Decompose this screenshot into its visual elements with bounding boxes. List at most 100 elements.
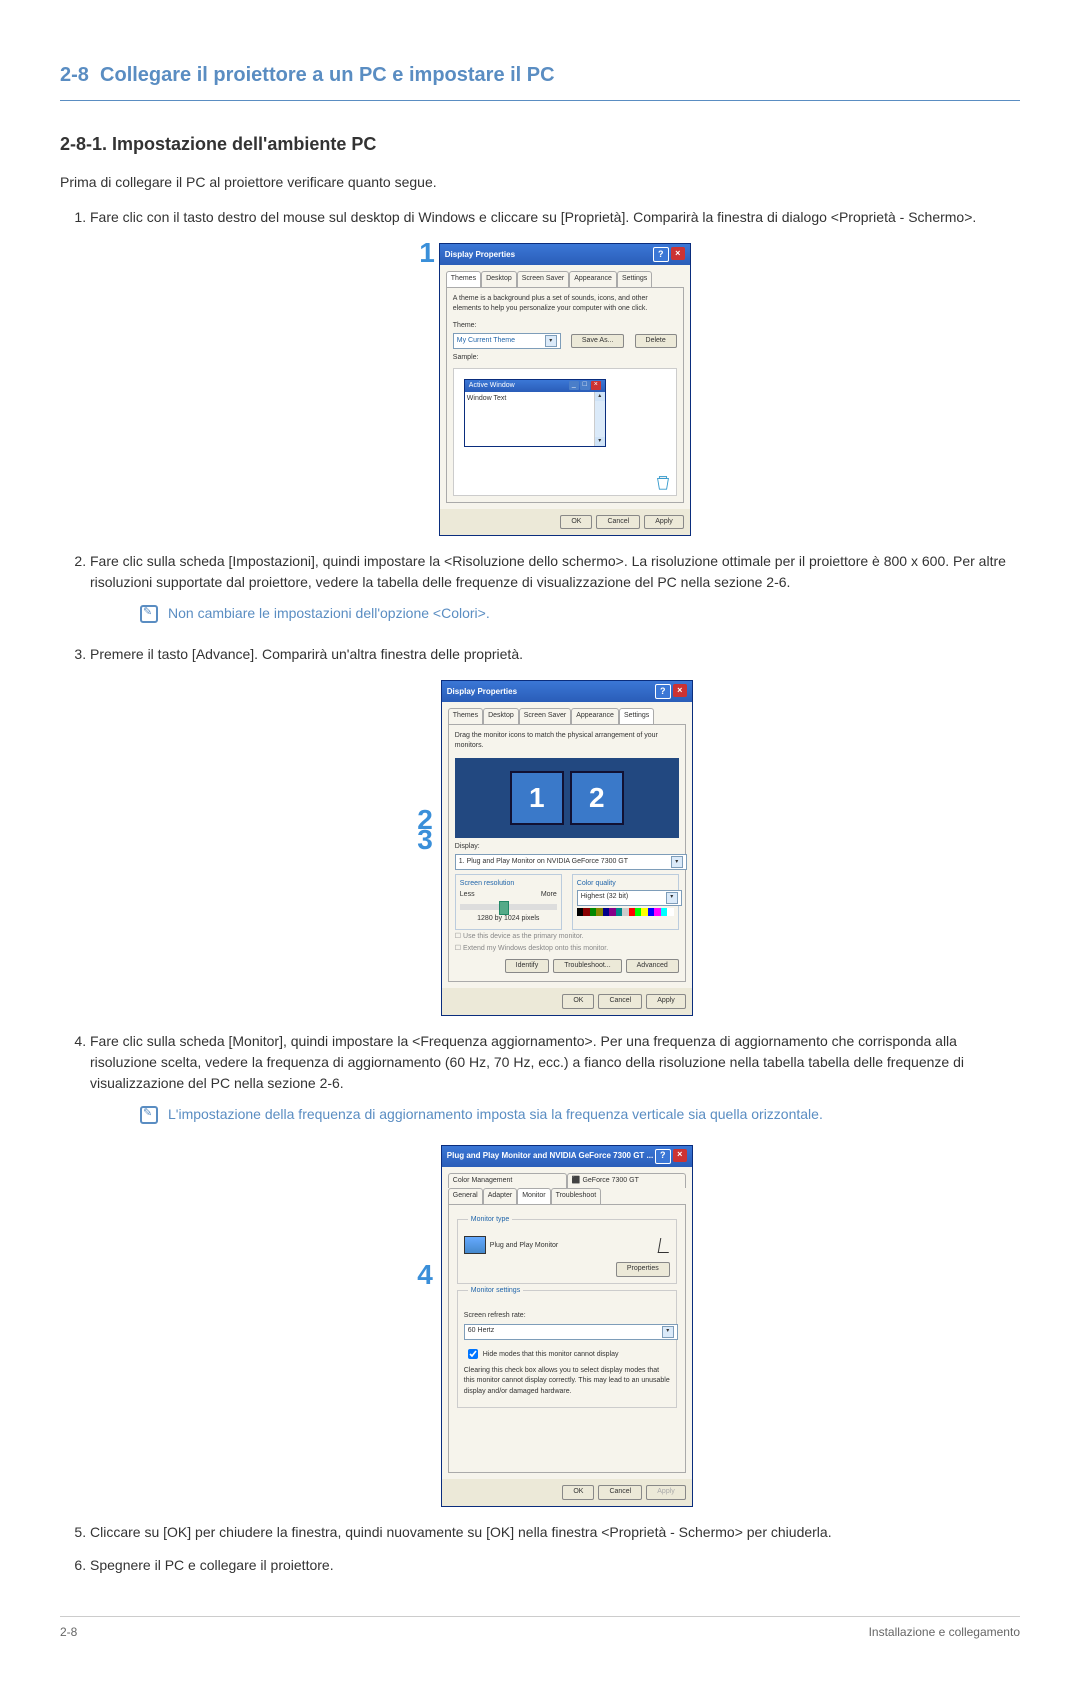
help-icon[interactable]: ? xyxy=(655,684,671,699)
recycle-bin-icon xyxy=(654,473,672,491)
section-number: 2-8 xyxy=(60,64,89,86)
close-icon[interactable]: × xyxy=(673,684,687,697)
primary-monitor-checkbox: ☐ Use this device as the primary monitor… xyxy=(455,932,679,943)
cancel-button[interactable]: Cancel xyxy=(598,994,642,1009)
theme-label: Theme: xyxy=(453,321,677,332)
step-4: Fare clic sulla scheda [Monitor], quindi… xyxy=(90,1031,1020,1507)
tab-geforce[interactable]: ⬛ GeForce 7300 GT xyxy=(567,1173,686,1189)
tab-screensaver[interactable]: Screen Saver xyxy=(517,271,569,287)
step-1: 1.Fare clic con il tasto destro del mous… xyxy=(90,207,1020,536)
step-6: Spegnere il PC e collegare il proiettore… xyxy=(90,1555,1020,1576)
refresh-rate-select[interactable]: 60 Hertz▾ xyxy=(464,1324,678,1340)
active-window-title: Active Window xyxy=(469,381,515,392)
monitor-arrangement[interactable]: 1 2 xyxy=(455,758,679,838)
monitor-2-icon[interactable]: 2 xyxy=(570,771,624,825)
chevron-down-icon: ▾ xyxy=(666,892,678,904)
properties-button[interactable]: Properties xyxy=(616,1262,670,1277)
sample-label: Sample: xyxy=(453,353,677,364)
step-2: Fare clic sulla scheda [Impostazioni], q… xyxy=(90,551,1020,624)
identify-button[interactable]: Identify xyxy=(505,959,550,974)
monitor-1-icon[interactable]: 1 xyxy=(510,771,564,825)
tab-appearance[interactable]: Appearance xyxy=(569,271,617,287)
display-properties-dialog-settings: Display Properties ?× Themes Desktop Scr… xyxy=(441,680,693,1016)
monitor-properties-dialog: Plug and Play Monitor and NVIDIA GeForce… xyxy=(441,1145,693,1507)
note-icon xyxy=(140,605,158,623)
close-icon: × xyxy=(591,381,601,390)
ok-button[interactable]: OK xyxy=(562,994,594,1009)
dialog-title: Display Properties xyxy=(447,686,517,698)
marker-4: 4 xyxy=(417,1265,433,1285)
tab-themes[interactable]: Themes xyxy=(446,271,481,287)
settings-description: Drag the monitor icons to match the phys… xyxy=(455,731,679,752)
marker-3: 3 xyxy=(417,830,433,850)
save-as-button[interactable]: Save As... xyxy=(571,334,625,349)
color-quality-select[interactable]: Highest (32 bit)▾ xyxy=(577,890,682,906)
chevron-down-icon: ▾ xyxy=(662,1326,674,1338)
display-label: Display: xyxy=(455,842,679,853)
intro-text: Prima di collegare il PC al proiettore v… xyxy=(60,172,1020,193)
tab-general[interactable]: General xyxy=(448,1188,483,1204)
color-group: Color quality Highest (32 bit)▾ xyxy=(572,874,679,930)
step-5: Cliccare su [OK] per chiudere la finestr… xyxy=(90,1522,1020,1543)
tab-monitor[interactable]: Monitor xyxy=(517,1188,550,1204)
delete-button[interactable]: Delete xyxy=(635,334,677,349)
tab-settings[interactable]: Settings xyxy=(619,708,654,724)
extend-desktop-checkbox: ☐ Extend my Windows desktop onto this mo… xyxy=(455,944,679,955)
footer-left: 2-8 xyxy=(60,1623,77,1641)
advanced-button[interactable]: Advanced xyxy=(626,959,679,974)
tab-color-management[interactable]: Color Management xyxy=(448,1173,567,1189)
ok-button[interactable]: OK xyxy=(562,1485,594,1500)
resolution-value: 1280 by 1024 pixels xyxy=(460,914,557,925)
monitor-type-value: Plug and Play Monitor xyxy=(490,1242,558,1249)
dialog-title: Plug and Play Monitor and NVIDIA GeForce… xyxy=(447,1150,653,1162)
divider xyxy=(60,100,1020,101)
close-icon[interactable]: × xyxy=(673,1149,687,1162)
window-text: Window Text xyxy=(467,395,507,402)
footer-right: Installazione e collegamento xyxy=(869,1623,1020,1641)
tab-desktop[interactable]: Desktop xyxy=(481,271,517,287)
tab-desktop[interactable]: Desktop xyxy=(483,708,519,724)
resolution-slider[interactable] xyxy=(460,904,557,910)
section-title: Collegare il proiettore a un PC e impost… xyxy=(100,64,555,86)
apply-button[interactable]: Apply xyxy=(644,515,684,530)
tab-screensaver[interactable]: Screen Saver xyxy=(519,708,571,724)
marker-1: 1 xyxy=(419,243,435,263)
dialog-title: Display Properties xyxy=(445,249,515,261)
hide-modes-description: Clearing this check box allows you to se… xyxy=(464,1366,670,1398)
step-3: Premere il tasto [Advance]. Comparirà un… xyxy=(90,644,1020,1016)
minimize-icon: _ xyxy=(569,381,579,390)
monitor-icon xyxy=(464,1236,486,1254)
refresh-rate-label: Screen refresh rate: xyxy=(464,1311,670,1322)
display-select[interactable]: 1. Plug and Play Monitor on NVIDIA GeFor… xyxy=(455,854,687,870)
tab-themes[interactable]: Themes xyxy=(448,708,483,724)
close-icon[interactable]: × xyxy=(671,247,685,260)
color-bar xyxy=(577,908,674,916)
troubleshoot-button[interactable]: Troubleshoot... xyxy=(553,959,621,974)
theme-preview: Active Window _□× Window Text ▴▾ xyxy=(453,368,677,496)
tab-adapter[interactable]: Adapter xyxy=(483,1188,518,1204)
help-icon[interactable]: ? xyxy=(653,247,669,262)
hide-modes-checkbox[interactable] xyxy=(468,1349,478,1359)
note-text: L'impostazione della frequenza di aggior… xyxy=(168,1106,823,1122)
apply-button[interactable]: Apply xyxy=(646,994,686,1009)
apply-button: Apply xyxy=(646,1485,686,1500)
note-text: Non cambiare le impostazioni dell'opzion… xyxy=(168,605,490,621)
help-icon[interactable]: ? xyxy=(655,1149,671,1164)
theme-select[interactable]: My Current Theme▾ xyxy=(453,333,561,349)
maximize-icon: □ xyxy=(580,381,590,390)
cursor-icon xyxy=(657,1238,671,1253)
ok-button[interactable]: OK xyxy=(560,515,592,530)
chevron-down-icon: ▾ xyxy=(671,856,683,868)
scrollbar: ▴▾ xyxy=(594,392,605,446)
tab-settings[interactable]: Settings xyxy=(617,271,652,287)
tab-appearance[interactable]: Appearance xyxy=(571,708,619,724)
cancel-button[interactable]: Cancel xyxy=(596,515,640,530)
resolution-group: Screen resolution LessMore 1280 by 1024 … xyxy=(455,874,562,930)
subsection-title: 2-8-1. Impostazione dell'ambiente PC xyxy=(60,131,1020,158)
display-properties-dialog-themes: Display Properties ?× Themes Desktop Scr… xyxy=(439,243,691,536)
tab-troubleshoot[interactable]: Troubleshoot xyxy=(551,1188,602,1204)
note-icon xyxy=(140,1106,158,1124)
monitor-settings-label: Monitor settings xyxy=(468,1287,523,1294)
cancel-button[interactable]: Cancel xyxy=(598,1485,642,1500)
monitor-type-label: Monitor type xyxy=(468,1216,513,1223)
